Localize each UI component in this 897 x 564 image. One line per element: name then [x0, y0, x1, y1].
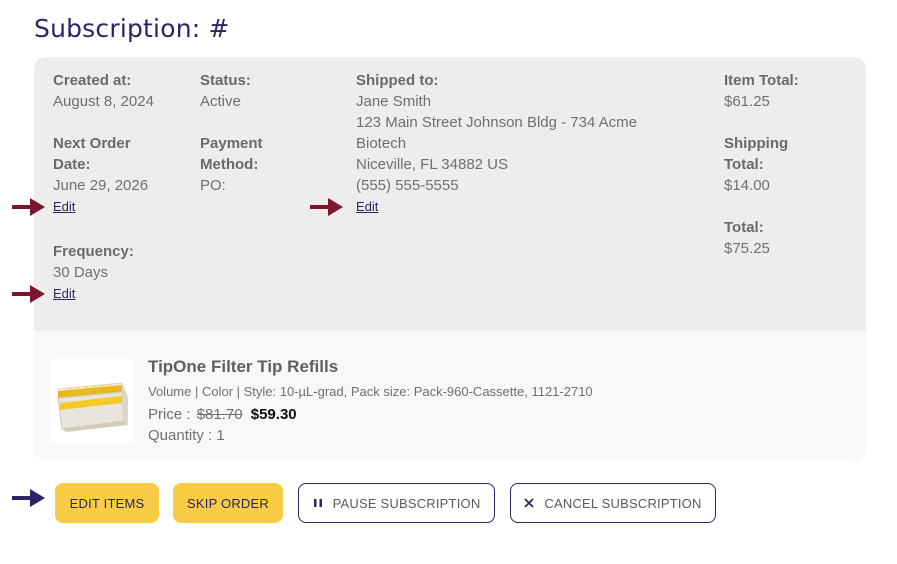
status-label: Status: [200, 72, 251, 89]
skip-order-button[interactable]: SKIP ORDER [173, 483, 283, 523]
skip-order-label: SKIP ORDER [187, 495, 269, 511]
annotation-arrow-icon [12, 489, 45, 507]
shipping-phone: (555) 555-5555 [356, 177, 459, 194]
pause-icon [313, 498, 323, 508]
shipping-total-label-line2: Total: [724, 156, 764, 173]
item-total-label: Item Total: [724, 72, 799, 89]
annotation-arrow-icon [12, 285, 45, 303]
product-variant: Volume | Color | Style: 10-µL-grad, Pack… [148, 384, 593, 399]
frequency-label: Frequency: [53, 243, 134, 260]
created-value: August 8, 2024 [53, 93, 154, 110]
edit-items-button[interactable]: EDIT ITEMS [55, 483, 159, 523]
frequency-value: 30 Days [53, 264, 109, 281]
sale-price: $59.30 [250, 406, 297, 423]
payment-value: PO: [200, 177, 226, 194]
edit-next-order-link[interactable]: Edit [53, 198, 75, 216]
shipping-total-label-line1: Shipping [724, 135, 789, 152]
pause-subscription-label: PAUSE SUBSCRIPTION [332, 495, 481, 511]
status-column: Status: Active Payment Method: PO: [200, 70, 320, 196]
next-order-label-line1: Next Order [53, 135, 131, 152]
item-total-value: $61.25 [724, 93, 770, 110]
product-price: Price : $81.70 $59.30 [148, 406, 297, 423]
created-label: Created at: [53, 72, 132, 89]
total-value: $75.25 [724, 240, 770, 257]
dates-column: Created at: August 8, 2024 Next Order Da… [53, 70, 193, 304]
edit-frequency-link[interactable]: Edit [53, 285, 75, 303]
shipping-address-line1: 123 Main Street Johnson Bldg - 734 Acme [356, 114, 638, 131]
annotation-arrow-icon [310, 198, 343, 216]
next-order-label-line2: Date: [53, 156, 91, 173]
shipping-address-line2: Biotech [356, 135, 407, 152]
next-order-date: June 29, 2026 [53, 177, 149, 194]
annotation-arrow-icon [12, 198, 45, 216]
total-label: Total: [724, 219, 764, 236]
product-name[interactable]: TipOne Filter Tip Refills [148, 357, 338, 377]
totals-column: Item Total: $61.25 Shipping Total: $14.0… [724, 70, 854, 259]
edit-shipping-link[interactable]: Edit [356, 198, 378, 216]
status-value: Active [200, 93, 241, 110]
shipped-to-label: Shipped to: [356, 72, 439, 89]
pause-subscription-button[interactable]: PAUSE SUBSCRIPTION [298, 483, 495, 523]
subscription-summary: Created at: August 8, 2024 Next Order Da… [34, 57, 866, 331]
product-image [50, 359, 134, 443]
edit-items-label: EDIT ITEMS [69, 495, 145, 511]
original-price: $81.70 [196, 406, 243, 423]
pipette-tip-box-icon [50, 359, 134, 443]
shipping-total-value: $14.00 [724, 177, 770, 194]
payment-label-line1: Payment [200, 135, 263, 152]
cancel-subscription-label: CANCEL SUBSCRIPTION [544, 495, 702, 511]
shipping-city-line: Niceville, FL 34882 US [356, 156, 509, 173]
payment-label-line2: Method: [200, 156, 259, 173]
page-title: Subscription: # [34, 14, 230, 43]
product-quantity: Quantity : 1 [148, 427, 225, 444]
shipping-column: Shipped to: Jane Smith 123 Main Street J… [356, 70, 696, 217]
price-label: Price : [148, 406, 191, 423]
close-icon [524, 498, 535, 508]
subscription-card: Created at: August 8, 2024 Next Order Da… [34, 57, 866, 461]
shipping-name: Jane Smith [356, 93, 432, 110]
cancel-subscription-button[interactable]: CANCEL SUBSCRIPTION [510, 483, 716, 523]
